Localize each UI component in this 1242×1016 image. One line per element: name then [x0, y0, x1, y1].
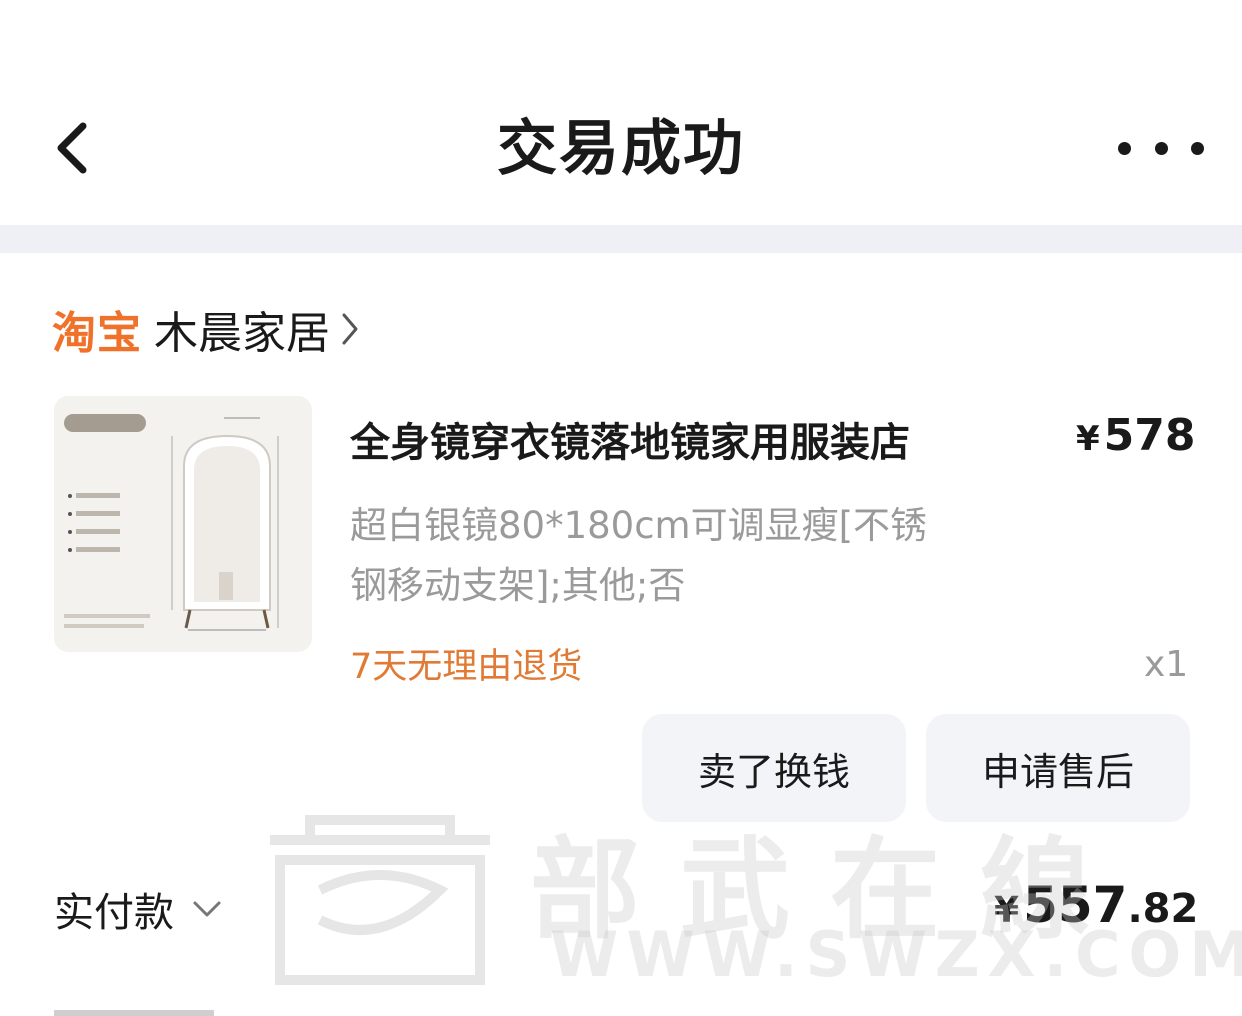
amount-decimal: .82	[1127, 886, 1199, 932]
taobao-logo: 淘宝	[52, 308, 142, 359]
paid-label: 实付款	[54, 890, 174, 936]
chevron-down-icon	[192, 899, 222, 919]
shop-link[interactable]: 淘宝 木晨家居	[52, 296, 360, 362]
product-price: ¥578	[1076, 410, 1196, 461]
product-image[interactable]	[54, 396, 312, 652]
more-dot	[1154, 141, 1168, 155]
amount-integer: 557	[1023, 876, 1128, 934]
chevron-right-icon	[340, 311, 360, 347]
product-spec: 超白银镜80*180cm可调显瘦[不锈 钢移动支架];其他;否	[350, 496, 1030, 616]
mirror-illustration	[64, 417, 279, 631]
currency-symbol: ¥	[994, 890, 1020, 931]
return-policy-badge: 7天无理由退货	[350, 647, 583, 687]
watermark-seal	[270, 815, 490, 985]
spec-line: 超白银镜80*180cm可调显瘦[不锈	[350, 504, 928, 547]
paid-amount: ¥557.82	[994, 876, 1198, 934]
top-bar: 交易成功	[0, 0, 1242, 225]
product-title[interactable]: 全身镜穿衣镜落地镜家用服装店	[350, 410, 910, 468]
more-dot	[1118, 141, 1131, 155]
more-options-button[interactable]	[1118, 120, 1204, 176]
section-divider	[0, 225, 1242, 253]
after-sale-button[interactable]: 申请售后	[926, 714, 1190, 822]
paid-amount-toggle[interactable]: 实付款	[54, 880, 222, 938]
shop-name: 木晨家居	[154, 308, 330, 359]
currency-symbol: ¥	[1076, 419, 1100, 459]
page-title: 交易成功	[497, 114, 745, 184]
spec-line: 钢移动支架];其他;否	[350, 564, 686, 607]
next-row-partial	[54, 996, 234, 1016]
quantity: x1	[1144, 644, 1189, 685]
resell-button[interactable]: 卖了换钱	[642, 714, 906, 822]
more-dot	[1191, 141, 1204, 155]
price-value: 578	[1103, 410, 1196, 461]
